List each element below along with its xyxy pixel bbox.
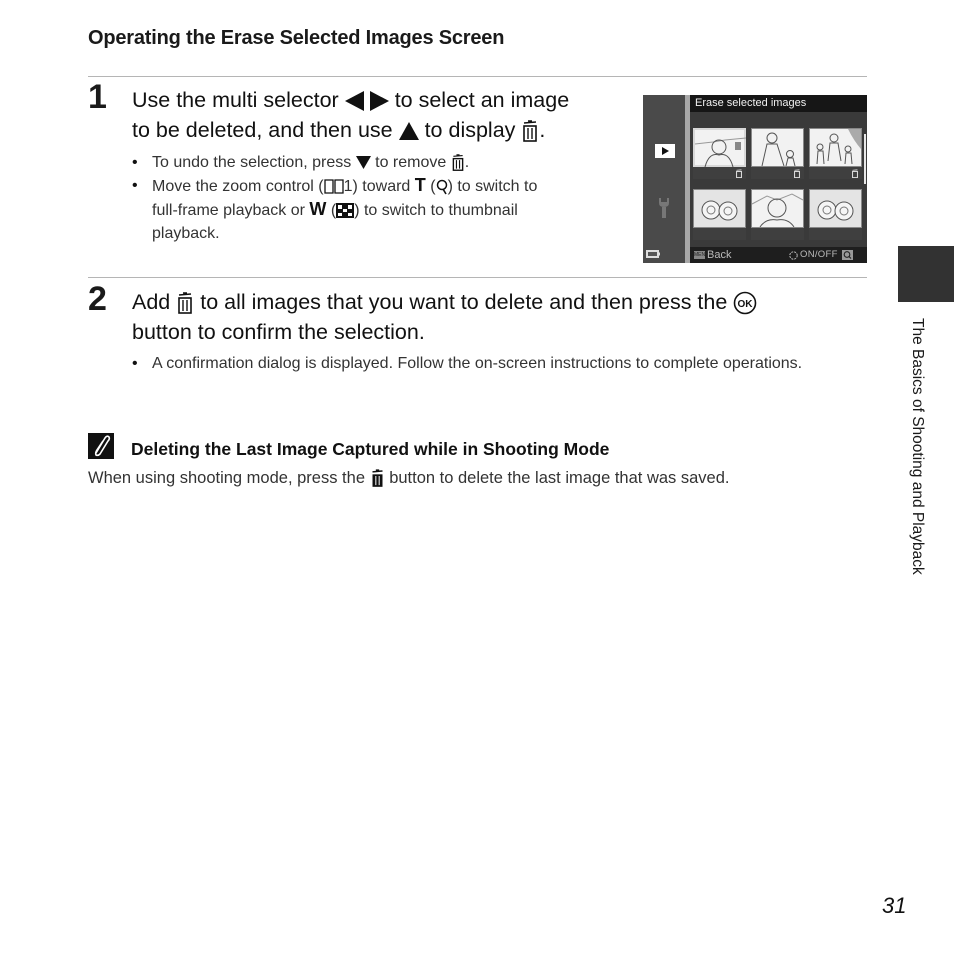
svg-text:OK: OK [738, 299, 754, 310]
back-label[interactable]: Back [707, 247, 731, 263]
step-2-bullets: A confirmation dialog is displayed. Foll… [132, 352, 812, 375]
magnifier-icon [436, 179, 447, 195]
bullet-item: To undo the selection, press to remove . [132, 151, 612, 174]
note-text: When using shooting mode, press the butt… [88, 469, 730, 487]
on-off-label[interactable]: ON/OFF [800, 247, 838, 263]
trash-icon [452, 154, 464, 172]
book-reference-icon [323, 179, 344, 194]
bullet-item: A confirmation dialog is displayed. Foll… [132, 352, 812, 375]
step-1-text: Use the multi selector to select an imag… [132, 88, 570, 143]
thumbnail-grid [690, 112, 867, 247]
trash-icon [794, 169, 800, 178]
scrollbar[interactable] [864, 134, 866, 184]
thumbnail-grid-icon [336, 203, 355, 219]
divider [88, 277, 867, 278]
divider [88, 76, 867, 77]
thumbnail[interactable] [751, 189, 804, 240]
magnifier-icon [842, 250, 853, 260]
wrench-icon [659, 198, 669, 218]
step-2-text: Add to all images that you want to delet… [132, 287, 852, 347]
chapter-label: The Basics of Shooting and Playback [909, 318, 926, 575]
trash-icon [523, 120, 538, 143]
trash-icon [372, 469, 383, 487]
multi-selector-icon [789, 251, 798, 260]
chapter-tab[interactable] [898, 246, 954, 302]
ok-button-icon: OK [734, 292, 757, 315]
thumbnail[interactable] [809, 189, 862, 240]
trash-icon [178, 292, 193, 315]
step-number-2: 2 [88, 280, 107, 318]
step-number-1: 1 [88, 78, 107, 116]
battery-icon [646, 250, 660, 258]
thumbnail-image [693, 189, 746, 228]
bullet-item: Move the zoom control (1) toward T () to… [132, 174, 612, 245]
camera-bottom-bar: MENU Back ON/OFF [690, 247, 867, 263]
down-arrow-icon [355, 156, 371, 170]
thumbnail[interactable] [693, 189, 746, 240]
thumbnail-image [751, 128, 804, 167]
thumbnail[interactable] [809, 128, 862, 179]
step-1-bullets: To undo the selection, press to remove .… [132, 151, 612, 245]
trash-icon [736, 169, 742, 178]
left-right-arrow-icon [344, 91, 389, 112]
pencil-note-icon [88, 433, 114, 459]
thumbnail-image [809, 189, 862, 228]
thumbnail[interactable] [693, 128, 747, 179]
section-title: Operating the Erase Selected Images Scre… [88, 27, 505, 49]
camera-screen-title: Erase selected images [690, 95, 867, 112]
trash-icon [852, 169, 858, 178]
menu-button-icon: MENU [694, 251, 709, 259]
page-number: 31 [882, 893, 907, 918]
camera-screen: Erase selected images MENU Back ON/OFF [643, 95, 867, 263]
thumbnail-image [693, 128, 747, 168]
thumbnail[interactable] [751, 128, 804, 179]
up-arrow-icon [398, 122, 419, 141]
camera-sidebar [643, 95, 685, 263]
note-title: Deleting the Last Image Captured while i… [131, 439, 610, 459]
playback-icon [655, 144, 675, 158]
thumbnail-image [751, 189, 804, 228]
thumbnail-image [809, 128, 862, 167]
